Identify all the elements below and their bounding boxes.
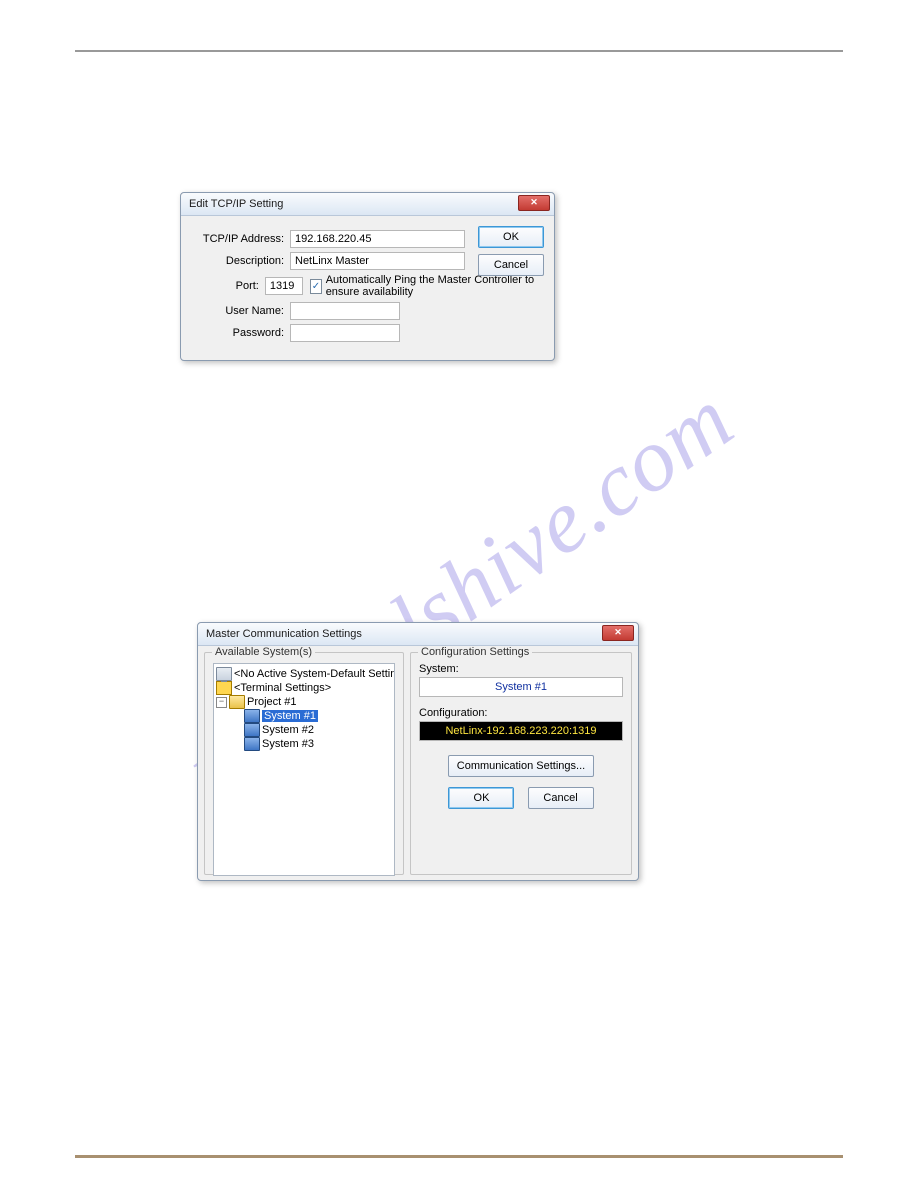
system-icon <box>244 709 260 723</box>
system-icon <box>244 723 260 737</box>
tree-item-system2[interactable]: System #2 <box>216 723 392 737</box>
tree-item-project[interactable]: − Project #1 <box>216 695 392 709</box>
monitor-icon <box>216 667 232 681</box>
available-systems-group: Available System(s) <No Active System-De… <box>204 652 404 875</box>
system-tree[interactable]: <No Active System-Default Settings> <Ter… <box>213 663 395 876</box>
close-icon[interactable]: ✕ <box>602 625 634 641</box>
description-input[interactable] <box>290 252 465 270</box>
dialog-titlebar[interactable]: Edit TCP/IP Setting ✕ <box>181 193 554 216</box>
port-label: Port: <box>189 280 265 292</box>
master-comm-dialog: Master Communication Settings ✕ Availabl… <box>197 622 639 881</box>
tree-item-system1[interactable]: System #1 <box>216 709 392 723</box>
autoping-label: Automatically Ping the Master Controller… <box>326 274 544 298</box>
configuration-label: Configuration: <box>419 707 623 719</box>
ok-button[interactable]: OK <box>478 226 544 248</box>
cancel-button[interactable]: Cancel <box>478 254 544 276</box>
page-rule-bottom <box>75 1155 843 1158</box>
dialog-titlebar[interactable]: Master Communication Settings ✕ <box>198 623 638 646</box>
dialog-title: Edit TCP/IP Setting <box>189 198 283 210</box>
cancel-button[interactable]: Cancel <box>528 787 594 809</box>
communication-settings-button[interactable]: Communication Settings... <box>448 755 594 777</box>
password-input[interactable] <box>290 324 400 342</box>
terminal-icon <box>216 681 232 695</box>
folder-open-icon <box>229 695 245 709</box>
username-input[interactable] <box>290 302 400 320</box>
page-rule-top <box>75 50 843 52</box>
configuration-value: NetLinx-192.168.223.220:1319 <box>419 721 623 741</box>
close-icon[interactable]: ✕ <box>518 195 550 211</box>
configuration-title: Configuration Settings <box>418 646 532 658</box>
address-label: TCP/IP Address: <box>189 233 290 245</box>
ok-button[interactable]: OK <box>448 787 514 809</box>
port-input[interactable] <box>265 277 303 295</box>
available-systems-title: Available System(s) <box>212 646 315 658</box>
address-input[interactable] <box>290 230 465 248</box>
system-icon <box>244 737 260 751</box>
autoping-checkbox[interactable]: ✓ <box>310 279 321 294</box>
description-label: Description: <box>189 255 290 267</box>
dialog-title: Master Communication Settings <box>206 628 362 640</box>
username-label: User Name: <box>189 305 290 317</box>
password-label: Password: <box>189 327 290 339</box>
system-value: System #1 <box>419 677 623 697</box>
system-label: System: <box>419 663 623 675</box>
tree-item-terminal[interactable]: <Terminal Settings> <box>216 681 392 695</box>
collapse-icon[interactable]: − <box>216 697 227 708</box>
tree-item-system3[interactable]: System #3 <box>216 737 392 751</box>
configuration-group: Configuration Settings System: System #1… <box>410 652 632 875</box>
tree-item-no-active[interactable]: <No Active System-Default Settings> <box>216 667 392 681</box>
edit-tcpip-dialog: Edit TCP/IP Setting ✕ OK Cancel TCP/IP A… <box>180 192 555 361</box>
